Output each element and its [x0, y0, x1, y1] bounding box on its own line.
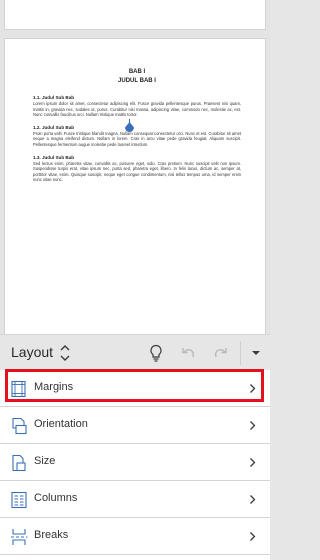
- menu-item-orientation[interactable]: Orientation: [0, 407, 270, 444]
- redo-icon[interactable]: [210, 342, 232, 364]
- menu-item-label: Orientation: [34, 418, 88, 430]
- menu-item-label: Columns: [34, 492, 78, 504]
- layout-tab-label[interactable]: Layout: [11, 344, 53, 360]
- menu-item-size[interactable]: Size: [0, 444, 270, 481]
- section-heading: 1.3. Judul Sub Bab: [33, 154, 75, 160]
- section-heading: 1.2. Judul Sub Bab: [33, 124, 75, 130]
- columns-icon: [11, 491, 27, 509]
- document-page[interactable]: BAB I JUDUL BAB I 1.1. Judul Sub Bab Lor…: [4, 38, 266, 334]
- section-body: Proin porta velit. Fusce tristique bland…: [33, 130, 241, 147]
- breaks-icon: [11, 529, 28, 545]
- dropdown-arrow-icon[interactable]: [245, 342, 267, 364]
- chevron-right-icon: [250, 495, 256, 504]
- chevron-up-down-icon[interactable]: [58, 343, 72, 363]
- size-icon: [12, 454, 26, 472]
- section-body: Lorem ipsum dolor sit amet, consectetur …: [33, 101, 241, 118]
- chapter-subtitle: JUDUL BAB I: [118, 78, 156, 84]
- chevron-right-icon: [250, 458, 256, 467]
- margins-highlight-box: [5, 369, 264, 402]
- menu-item-breaks[interactable]: Breaks: [0, 518, 270, 555]
- menu-item-label: Breaks: [34, 529, 69, 541]
- section-heading: 1.1. Judul Sub Bab: [33, 95, 75, 100]
- chevron-right-icon: [250, 532, 256, 541]
- chevron-right-icon: [250, 421, 256, 430]
- chapter-title: BAB I: [128, 69, 146, 75]
- menu-item-label: Size: [34, 455, 56, 467]
- toolbar-divider: [240, 341, 241, 365]
- orientation-icon: [12, 417, 27, 435]
- page-content: BAB I JUDUL BAB I 1.1. Judul Sub Bab Lor…: [33, 68, 241, 183]
- undo-icon[interactable]: [177, 342, 199, 364]
- lightbulb-icon[interactable]: [145, 342, 167, 364]
- layout-toolbar: Layout: [0, 334, 270, 370]
- cursor-handle-icon[interactable]: [124, 119, 135, 134]
- document-canvas[interactable]: BAB I JUDUL BAB I 1.1. Judul Sub Bab Lor…: [0, 0, 270, 334]
- section-body: Sed lectus enim, pharetra vitae, convall…: [33, 160, 241, 183]
- menu-item-columns[interactable]: Columns: [0, 481, 270, 518]
- previous-page: [4, 0, 266, 30]
